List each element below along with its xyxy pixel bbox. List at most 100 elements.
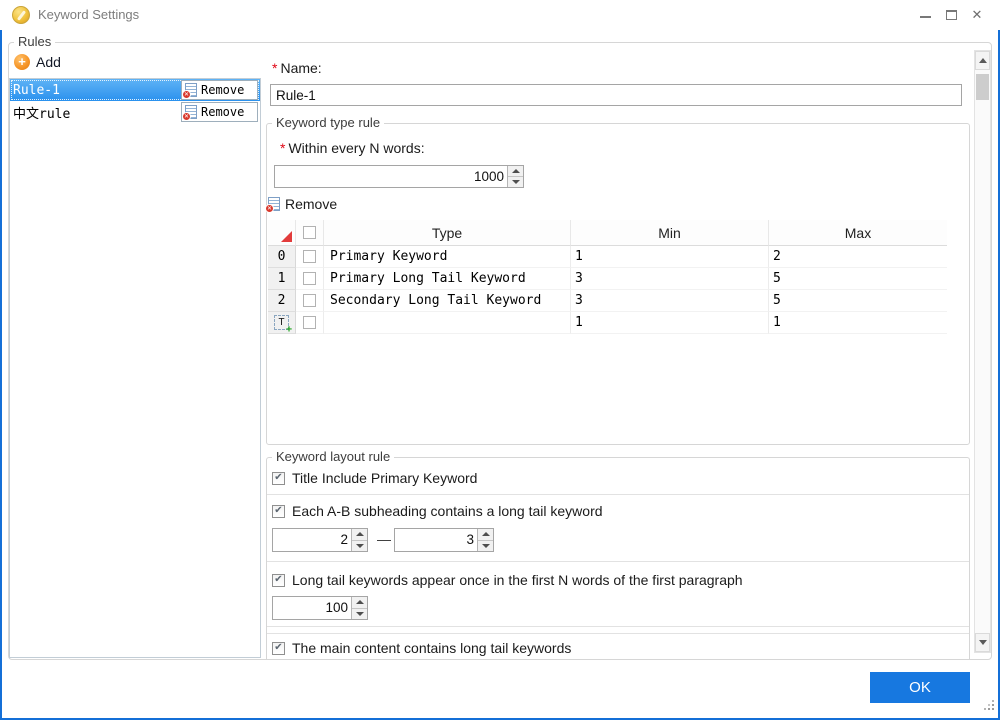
checkbox-label: Title Include Primary Keyword: [292, 470, 477, 486]
feather-icon: [17, 10, 26, 21]
table-remove-label: Remove: [285, 196, 337, 212]
name-input[interactable]: [270, 84, 962, 106]
remove-badge-icon: ✕: [182, 112, 191, 121]
select-all-checkbox[interactable]: [303, 226, 316, 239]
column-header-type[interactable]: Type: [324, 220, 571, 246]
type-cell[interactable]: Secondary Long Tail Keyword: [324, 290, 571, 312]
first-paragraph-n-input[interactable]: 100: [273, 597, 351, 619]
remove-icon: ✕: [185, 83, 197, 97]
spin-up-button[interactable]: [352, 529, 367, 541]
vertical-scrollbar[interactable]: [974, 50, 991, 653]
spin-down-button[interactable]: [352, 541, 367, 552]
min-cell[interactable]: 3: [571, 268, 769, 290]
separator: [267, 626, 969, 627]
scrollbar-thumb[interactable]: [976, 74, 989, 100]
scroll-down-icon: [979, 640, 987, 645]
minimize-button[interactable]: [912, 0, 938, 30]
keyword-layout-rule-groupbox: [266, 457, 970, 660]
spinner-buttons: [351, 597, 367, 619]
spin-up-button[interactable]: [352, 597, 367, 609]
new-row-icon: T+: [274, 315, 289, 330]
row-checkbox[interactable]: [303, 250, 316, 263]
spin-down-icon: [356, 612, 364, 616]
checkbox-checked-icon[interactable]: ✔: [272, 574, 285, 587]
spin-up-icon: [512, 169, 520, 173]
resize-grip[interactable]: [984, 700, 986, 702]
n-words-spinner: 1000: [274, 165, 524, 188]
checkbox-label: The main content contains long tail keyw…: [292, 640, 571, 656]
subheading-checkbox-row[interactable]: ✔ Each A-B subheading contains a long ta…: [272, 503, 603, 519]
sort-triangle-icon: [281, 231, 292, 242]
remove-button-label: Remove: [201, 83, 244, 97]
table-corner-header[interactable]: [268, 220, 296, 246]
scroll-up-button[interactable]: [975, 51, 990, 70]
max-cell[interactable]: 5: [769, 290, 947, 312]
spin-up-button[interactable]: [478, 529, 493, 541]
spin-down-icon: [356, 544, 364, 548]
scroll-up-icon: [979, 58, 987, 63]
maximize-button[interactable]: [938, 0, 964, 30]
subheading-min-input[interactable]: 2: [273, 529, 351, 551]
rule-name: Rule-1: [13, 83, 60, 98]
add-rule-button[interactable]: + Add: [14, 52, 61, 72]
row-checkbox[interactable]: [303, 294, 316, 307]
n-words-input[interactable]: 1000: [275, 166, 507, 187]
keyword-type-rule-label: Keyword type rule: [272, 116, 384, 130]
row-header[interactable]: 1: [268, 268, 296, 290]
separator: [267, 633, 969, 634]
row-checkbox[interactable]: [303, 316, 316, 329]
row-select-cell: [296, 312, 324, 334]
min-cell[interactable]: 3: [571, 290, 769, 312]
spinner-buttons: [351, 529, 367, 551]
new-row-header[interactable]: T+: [268, 312, 296, 334]
keyword-type-table: Type Min Max 0 Primary Keyword 1 2 1 Pri…: [268, 220, 947, 334]
rule-list-item-selected[interactable]: Rule-1 ✕ Remove: [10, 79, 260, 101]
separator: [267, 494, 969, 495]
spin-down-button[interactable]: [352, 609, 367, 620]
table-remove-button[interactable]: ✕ Remove: [268, 196, 337, 212]
keyword-settings-window: Keyword Settings ✕ Rules + Add Rule-1 ✕ …: [0, 0, 1000, 720]
checkbox-checked-icon[interactable]: ✔: [272, 472, 285, 485]
column-header-max[interactable]: Max: [769, 220, 947, 246]
max-cell[interactable]: 5: [769, 268, 947, 290]
checkbox-label: Each A-B subheading contains a long tail…: [292, 503, 603, 519]
column-header-min[interactable]: Min: [571, 220, 769, 246]
checkbox-checked-icon[interactable]: ✔: [272, 505, 285, 518]
close-icon: ✕: [972, 0, 983, 30]
min-cell[interactable]: 1: [571, 312, 769, 334]
min-cell[interactable]: 1: [571, 246, 769, 268]
n-words-label-text: Within every N words:: [288, 140, 424, 156]
max-cell[interactable]: 1: [769, 312, 947, 334]
remove-rule-button[interactable]: ✕ Remove: [181, 80, 258, 100]
maximize-icon: [946, 10, 957, 20]
spin-up-button[interactable]: [508, 166, 523, 177]
row-checkbox[interactable]: [303, 272, 316, 285]
select-all-header[interactable]: [296, 220, 324, 246]
add-button-label: Add: [36, 54, 61, 70]
main-content-checkbox-row[interactable]: ✔ The main content contains long tail ke…: [272, 640, 571, 656]
remove-icon: ✕: [268, 197, 280, 211]
first-paragraph-checkbox-row[interactable]: ✔ Long tail keywords appear once in the …: [272, 572, 743, 588]
titlebar: Keyword Settings ✕: [0, 0, 1000, 30]
max-cell[interactable]: 2: [769, 246, 947, 268]
minimize-icon: [920, 16, 931, 18]
checkbox-checked-icon[interactable]: ✔: [272, 642, 285, 655]
remove-badge-icon: ✕: [265, 204, 274, 213]
title-include-checkbox-row[interactable]: ✔ Title Include Primary Keyword: [272, 470, 477, 486]
rule-list-item[interactable]: 中文rule ✕ Remove: [10, 101, 260, 123]
type-cell[interactable]: Primary Keyword: [324, 246, 571, 268]
spin-down-button[interactable]: [508, 177, 523, 187]
spin-up-icon: [356, 532, 364, 536]
n-words-label: *Within every N words:: [280, 140, 425, 156]
row-header[interactable]: 2: [268, 290, 296, 312]
remove-rule-button[interactable]: ✕ Remove: [181, 102, 258, 122]
row-header[interactable]: 0: [268, 246, 296, 268]
type-cell[interactable]: Primary Long Tail Keyword: [324, 268, 571, 290]
new-row-letter: T: [278, 317, 284, 328]
spin-down-button[interactable]: [478, 541, 493, 552]
close-button[interactable]: ✕: [964, 0, 990, 30]
ok-button[interactable]: OK: [870, 672, 970, 703]
type-cell[interactable]: [324, 312, 571, 334]
scroll-down-button[interactable]: [975, 633, 990, 652]
subheading-max-input[interactable]: 3: [395, 529, 477, 551]
